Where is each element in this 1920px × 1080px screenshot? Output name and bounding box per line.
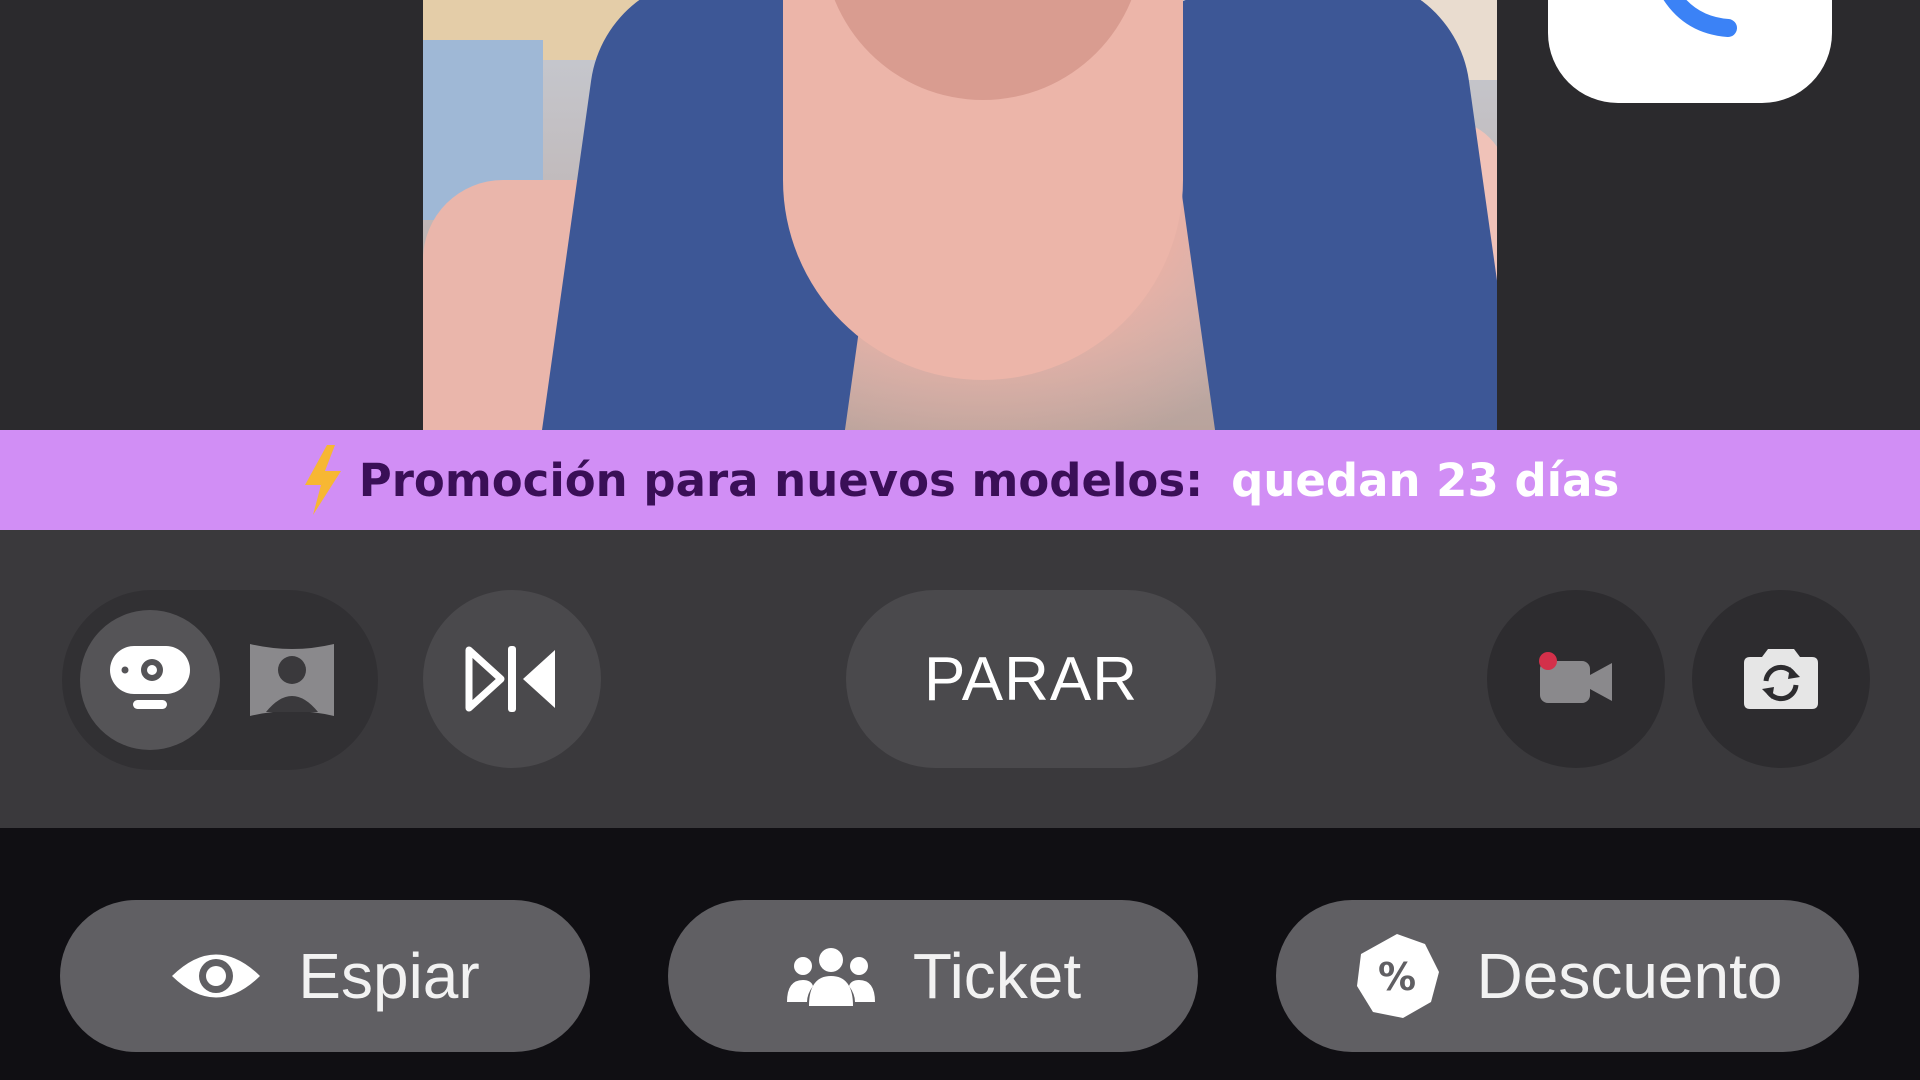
discount-button[interactable]: % Descuento: [1276, 900, 1859, 1052]
portrait-mode-button[interactable]: [222, 610, 362, 750]
ticket-button[interactable]: Ticket: [668, 900, 1198, 1052]
promo-banner[interactable]: Promoción para nuevos modelos: quedan 23…: [0, 430, 1920, 530]
spy-label: Espiar: [298, 940, 480, 1012]
lightning-icon: [304, 445, 341, 515]
camera-preview: [423, 0, 1497, 430]
discount-badge-icon: %: [1356, 934, 1439, 1018]
discount-label: Descuento: [1476, 940, 1783, 1012]
record-video-icon: [1539, 652, 1612, 703]
call-button[interactable]: [1548, 0, 1832, 103]
eye-icon: [172, 954, 261, 998]
stop-stream-button[interactable]: PARAR: [846, 590, 1216, 768]
group-users-icon: [786, 948, 875, 1006]
mirror-flip-icon: [465, 646, 555, 712]
switch-camera-icon: [1744, 649, 1818, 709]
stream-controls: PARAR: [0, 530, 1920, 828]
promo-remaining: quedan 23 días: [1231, 453, 1620, 507]
svg-text:%: %: [1377, 955, 1415, 999]
action-bar: Espiar Ticket % Descuento: [0, 828, 1920, 1080]
user-portrait-icon: [250, 644, 334, 716]
phone-icon: [1663, 0, 1737, 37]
video-area: [0, 0, 1920, 430]
switch-camera-button[interactable]: [1692, 590, 1870, 768]
promo-label: Promoción para nuevos modelos:: [358, 453, 1204, 507]
spy-button[interactable]: Espiar: [60, 900, 590, 1052]
ticket-label: Ticket: [912, 940, 1082, 1012]
camera-mode-toggle: [62, 590, 378, 770]
webcam-mode-button[interactable]: [80, 610, 220, 750]
record-button[interactable]: [1487, 590, 1665, 768]
mirror-button[interactable]: [423, 590, 601, 768]
webcam-icon: [110, 646, 190, 709]
